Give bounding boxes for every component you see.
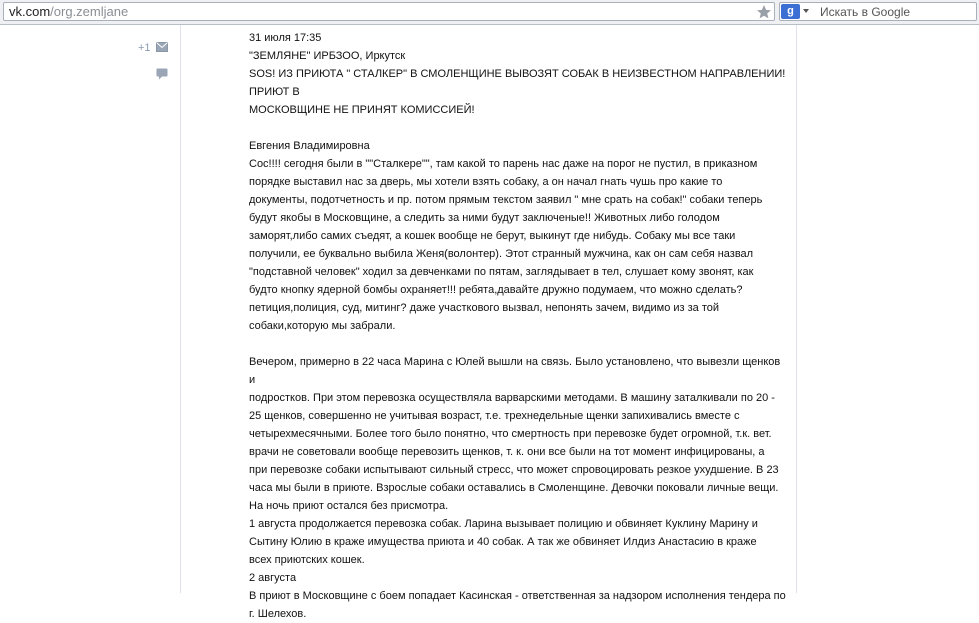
post-text-line: 1 августа продолжается перевозка собак. …	[249, 518, 758, 530]
post-text-line: подростков. При этом перевозка осуществл…	[249, 392, 775, 404]
post-text-line: при перевозке собаки испытывают сильный …	[249, 464, 779, 476]
post-text-line: "подставной человек" ходил за девченками…	[249, 266, 754, 278]
post-text-line: В приют в Московщине с боем попадает Кас…	[249, 590, 786, 602]
post-text-line: порядке выставил нас за дверь, мы хотели…	[249, 176, 723, 188]
post-text-line: часа мы были в приюте. Взрослые собаки о…	[249, 482, 779, 494]
quote-author: Евгения Владимировна	[249, 140, 370, 152]
post-text-line: врачи не советовали вообще перевозить ще…	[249, 446, 765, 458]
post-text-line: петиция,полиция, суд, митинг? даже участ…	[249, 302, 720, 314]
google-engine-icon[interactable]: g	[781, 4, 800, 19]
post-text-line: всех приютских кошек.	[249, 554, 365, 566]
page-content: +1 31 июля 17:35 "ЗЕМЛЯНЕ" ИРБЗОО, Иркут…	[0, 25, 979, 620]
post-source: "ЗЕМЛЯНЕ" ИРБЗОО, Иркутск	[249, 50, 406, 62]
bookmark-star-icon[interactable]	[755, 3, 773, 21]
address-bar[interactable]: vk.com/org.zemljane	[3, 2, 775, 21]
post-text-line: будто кнопку ядерной бомбы охраняет!!! р…	[249, 284, 743, 296]
comment-icon[interactable]	[156, 68, 168, 80]
engine-dropdown-arrow-icon[interactable]	[803, 9, 809, 13]
left-column: +1	[0, 25, 181, 593]
wall-post: 31 июля 17:35 "ЗЕМЛЯНЕ" ИРБЗОО, Иркутск …	[249, 29, 789, 623]
post-text-line: Сытину Юлию в краже имущества приюта и 4…	[249, 536, 757, 548]
post-text-line: г. Шелехов.	[249, 608, 307, 620]
post-text-line: собаки,которую мы забрали.	[249, 320, 396, 332]
post-text-line: будут якобы в Московщине, а следить за н…	[249, 212, 720, 224]
post-headline: МОСКОВЩИНЕ НЕ ПРИНЯТ КОМИССИЕЙ!	[249, 104, 475, 116]
post-text-line: получили, ее буквально выбила Женя(волон…	[249, 248, 754, 260]
post-text-line: Вечером, примерно в 22 часа Марина с Юле…	[249, 356, 781, 386]
mail-icon[interactable]	[156, 42, 168, 52]
browser-toolbar: vk.com/org.zemljane g Искать в Google	[0, 0, 979, 25]
post-date-label: 2 августа	[249, 572, 297, 584]
post-text-line: На ночь приют остался без присмотра.	[249, 500, 449, 512]
post-timestamp[interactable]: 31 июля 17:35	[249, 29, 789, 47]
google-search-box[interactable]: g Искать в Google	[779, 2, 977, 21]
post-text-line: документы, подотчетность и пр. потом пря…	[249, 194, 763, 206]
like-count[interactable]: +1	[138, 42, 151, 54]
url-text[interactable]: vk.com/org.zemljane	[9, 4, 128, 20]
post-text-line: 25 щенков, совершенно не учитывая возрас…	[249, 410, 740, 422]
url-host: vk.com	[9, 4, 51, 19]
post-text-line: заморят,либо самих съедят, а кошек вообщ…	[249, 230, 736, 242]
right-divider	[796, 25, 797, 593]
post-text-line: четырехмесячными. Более того было понятн…	[249, 428, 772, 440]
post-text-line: Сос!!!! сегодня были в ""Сталкере"", там…	[249, 158, 758, 170]
post-headline: SOS! ИЗ ПРИЮТА " СТАЛКЕР" В СМОЛЕНЩИНЕ В…	[249, 68, 786, 98]
search-placeholder[interactable]: Искать в Google	[820, 4, 910, 20]
url-path: /org.zemljane	[50, 4, 129, 19]
